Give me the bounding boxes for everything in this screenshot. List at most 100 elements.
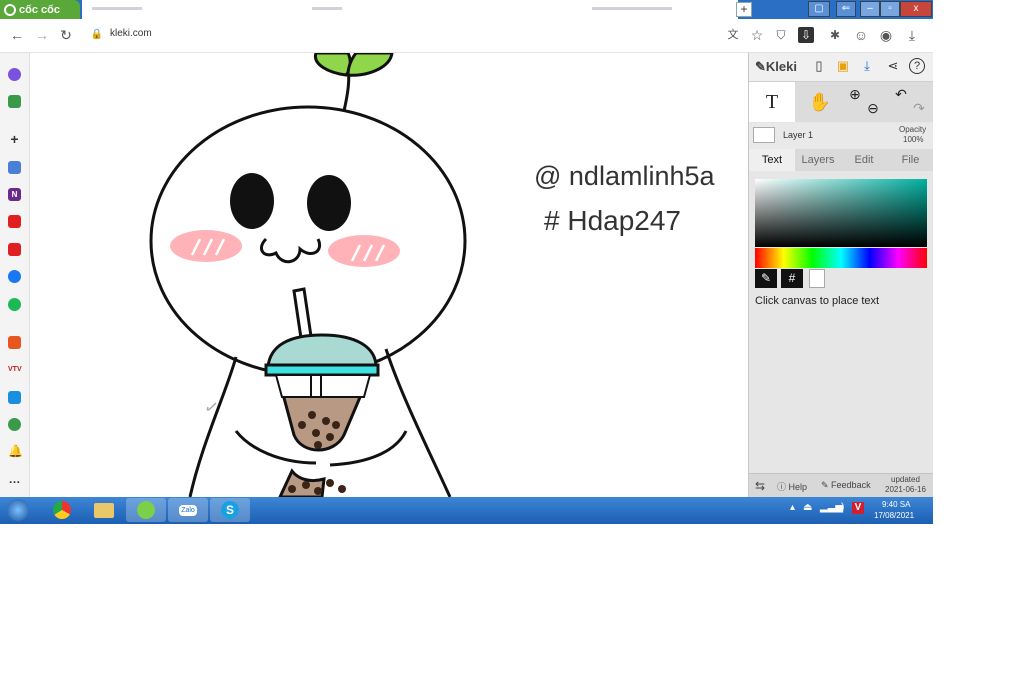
shield-icon[interactable]: ⛉ — [772, 26, 790, 44]
spotify-icon[interactable] — [8, 298, 21, 311]
left-blush — [170, 230, 242, 262]
notes-icon[interactable]: N — [8, 188, 21, 201]
forward-icon[interactable]: → — [33, 26, 51, 44]
maximize-button[interactable]: ▫ — [880, 1, 900, 17]
back-icon[interactable]: ← — [8, 26, 26, 44]
translate-sidebar-icon[interactable] — [8, 161, 21, 174]
cup-band — [264, 363, 380, 377]
bell-icon[interactable]: 🔔 — [8, 445, 23, 458]
export-icon[interactable]: ⤓ — [859, 58, 875, 74]
antivirus-icon[interactable]: V — [852, 502, 864, 514]
bookmark-star-icon[interactable]: ☆ — [748, 26, 766, 44]
clock-date[interactable]: 17/08/2021 — [874, 511, 914, 520]
layer-row[interactable]: Layer 1 Opacity 100% — [749, 123, 933, 149]
tab-text[interactable]: Text — [749, 149, 795, 171]
undo-icon[interactable]: ↶ — [891, 82, 911, 122]
tab-edit[interactable]: Edit — [841, 149, 887, 171]
reload-icon[interactable]: ↻ — [57, 26, 75, 44]
explorer-icon[interactable] — [84, 498, 124, 522]
panel-tabs: Text Layers Edit File — [749, 149, 933, 171]
kleki-topbar: ✎Kleki ▯ ▣ ⤓ ⋖ ? — [749, 53, 933, 82]
browser-navbar: ← → ↻ 🔒 kleki.com 文 ☆ ⛉ ⇩ ✱ ☺ ◉ ⤓ — [0, 19, 933, 53]
skype-label: S — [221, 501, 239, 519]
hand-tool-icon[interactable]: ✋ — [805, 82, 835, 122]
translate-icon[interactable]: 文 — [724, 26, 742, 44]
volume-icon[interactable]: ◂) — [836, 502, 844, 513]
updated-label: updated — [891, 475, 920, 484]
eyedropper-icon[interactable]: ✎ — [755, 269, 777, 288]
tiki-icon[interactable] — [8, 391, 21, 404]
zoom-out-icon[interactable]: ⊖ — [863, 82, 883, 122]
help-button[interactable]: ⓘ Help — [777, 480, 807, 493]
text-tool-icon[interactable]: T — [749, 82, 795, 122]
add-icon[interactable]: + — [8, 132, 21, 146]
swap-icon[interactable]: ⇆ — [755, 479, 765, 493]
chrome-icon[interactable] — [42, 498, 82, 522]
coccoc-icon[interactable] — [126, 498, 166, 522]
help-circle-icon[interactable]: ? — [909, 58, 925, 74]
new-image-icon[interactable]: ▯ — [811, 58, 827, 74]
panel-footer: ⇆ ⓘ Help ✎ Feedback updated 2021-06-16 — [749, 473, 933, 498]
redo-icon[interactable]: ↷ — [909, 82, 929, 122]
cup-empty-part — [274, 374, 372, 398]
tab-layers[interactable]: Layers — [795, 149, 841, 171]
messenger-icon[interactable] — [8, 68, 21, 81]
more-icon[interactable]: … — [8, 473, 21, 486]
save-icon[interactable]: ▣ — [835, 58, 851, 74]
download-icon[interactable]: ⇩ — [798, 27, 814, 43]
share-icon[interactable]: ⋖ — [885, 58, 901, 74]
windows-taskbar: Zalo S ▴ ⏏ ▂▃▅ ◂) V 9:40 SA 17/08/2021 — [0, 497, 933, 524]
hue-slider[interactable] — [755, 248, 927, 268]
profile-icon[interactable]: ☺ — [852, 26, 870, 44]
youtube-icon-2[interactable] — [8, 243, 21, 256]
start-button[interactable] — [2, 498, 34, 522]
coccoc-sidebar-icon[interactable] — [8, 418, 21, 431]
clock-time[interactable]: 9:40 SA — [882, 500, 910, 509]
text-tool-hint: Click canvas to place text — [755, 295, 880, 307]
blurred-tab — [592, 7, 672, 10]
back-window-icon[interactable]: ⇐ — [836, 1, 856, 17]
extensions-icon[interactable]: ✱ — [826, 26, 844, 44]
canvas-username-text: @ ndlamlinh5a — [534, 161, 715, 191]
canvas-hashtag-text: # Hdap247 — [544, 205, 682, 236]
kleki-logo-icon: ✎ — [755, 59, 766, 74]
tray-expand-icon[interactable]: ▴ — [790, 502, 795, 513]
coccoc-brand[interactable]: cốc cốc — [0, 0, 80, 19]
feedback-button[interactable]: ✎ Feedback — [821, 480, 871, 491]
help-icon: ⓘ — [777, 482, 789, 492]
facebook-icon[interactable] — [8, 270, 21, 283]
window-mode-icon[interactable]: ▢ — [808, 1, 830, 17]
windows-logo-icon — [7, 499, 29, 521]
blurred-tab — [92, 7, 142, 10]
skype-icon[interactable]: S — [210, 498, 250, 522]
downloads-tray-icon[interactable]: ⤓ — [903, 26, 921, 44]
account-icon[interactable]: ◉ — [877, 26, 895, 44]
new-tab-button[interactable]: + — [736, 2, 752, 17]
kleki-logo[interactable]: ✎Kleki — [755, 59, 797, 75]
zoom-in-icon[interactable]: ⊕ — [845, 82, 865, 122]
browser-sidebar: + N VTV 🔔 … — [0, 53, 30, 497]
close-button[interactable]: x — [900, 1, 932, 17]
zalo-icon[interactable]: Zalo — [168, 498, 208, 522]
blurred-tab — [312, 7, 342, 10]
minimize-button[interactable]: – — [860, 1, 880, 17]
kleki-canvas[interactable]: @ ndlamlinh5a # Hdap247 — [30, 53, 748, 497]
opacity-label: Opacity — [899, 125, 927, 134]
lock-icon: 🔒 — [90, 29, 104, 40]
updated-date: 2021-06-16 — [885, 485, 926, 494]
current-color-swatch[interactable] — [809, 269, 825, 288]
tab-strip[interactable] — [82, 0, 738, 19]
right-leaf — [346, 53, 394, 77]
tab-file[interactable]: File — [887, 149, 933, 171]
youtube-icon[interactable] — [8, 215, 21, 228]
shopee-icon[interactable] — [8, 336, 21, 349]
help-label: Help — [788, 482, 808, 492]
body-right — [384, 348, 452, 497]
address-bar[interactable]: kleki.com — [110, 28, 152, 39]
color-picker-area[interactable] — [755, 179, 927, 247]
usb-icon[interactable]: ⏏ — [803, 502, 812, 513]
game-controller-icon[interactable] — [8, 95, 21, 108]
left-eye — [230, 173, 274, 229]
vtv-icon[interactable]: VTV — [8, 363, 22, 376]
hex-input-button[interactable]: # — [781, 269, 803, 288]
